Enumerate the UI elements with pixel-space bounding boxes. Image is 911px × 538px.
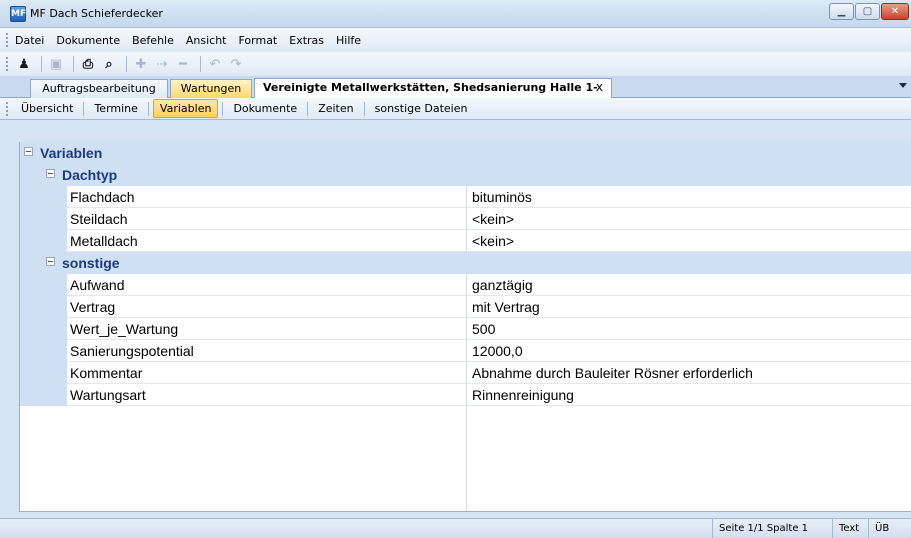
tab-separator (83, 101, 85, 116)
property-name: Wert_je_Wartung (70, 321, 179, 337)
menu-hilfe[interactable]: Hilfe (336, 34, 361, 47)
toolbar-separator (200, 56, 201, 72)
tab-wartungen[interactable]: Wartungen (170, 79, 252, 98)
subtabs-grip[interactable] (6, 101, 9, 116)
print-icon[interactable]: ⎙ (79, 55, 97, 73)
property-grid: Variablen Dachtyp Flachdach bituminös St… (19, 142, 911, 512)
tab-separator (222, 101, 224, 116)
menu-ansicht[interactable]: Ansicht (186, 34, 227, 47)
property-row[interactable]: Metalldach <kein> (20, 230, 911, 252)
toolbar-grip[interactable] (6, 57, 9, 71)
menu-grip[interactable] (6, 33, 9, 47)
property-row[interactable]: Flachdach bituminös (20, 186, 911, 208)
collapse-icon[interactable] (46, 169, 55, 178)
print-preview-icon[interactable]: ⌕ (100, 55, 118, 73)
property-row[interactable]: Kommentar Abnahme durch Bauleiter Rösner… (20, 362, 911, 384)
status-mode: Text (832, 519, 865, 538)
tab-auftragsbearbeitung[interactable]: Auftragsbearbeitung (30, 79, 168, 98)
property-row[interactable]: Wert_je_Wartung 500 (20, 318, 911, 340)
tab-termine[interactable]: Termine (88, 100, 143, 117)
tab-separator (307, 101, 309, 116)
property-value[interactable]: bituminös (472, 189, 532, 205)
collapse-icon[interactable] (24, 147, 33, 156)
property-row[interactable]: Sanierungspotential 12000,0 (20, 340, 911, 362)
minimize-button[interactable]: ▁ (829, 3, 854, 20)
category-label: Dachtyp (62, 167, 118, 183)
view-tabs: Übersicht Termine Variablen Dokumente Ze… (0, 98, 911, 120)
menu-extras[interactable]: Extras (289, 34, 324, 47)
status-overwrite: ÜB (868, 519, 895, 538)
remove-icon[interactable]: ━ (174, 55, 192, 73)
tab-separator (147, 101, 149, 116)
property-row[interactable]: Wartungsart Rinnenreinigung (20, 384, 911, 406)
property-name: Vertrag (70, 299, 116, 315)
tab-separator (363, 101, 365, 116)
toolbar-separator (73, 56, 74, 72)
property-name: Kommentar (70, 365, 143, 381)
tab-list-dropdown-icon[interactable] (899, 83, 907, 88)
user-icon[interactable]: ♟ (15, 55, 33, 73)
property-row[interactable]: Steildach <kein> (20, 208, 911, 230)
maximize-button[interactable]: ▢ (855, 3, 880, 20)
property-value[interactable]: <kein> (472, 233, 514, 249)
title-bar: MF MF Dach Schieferdecker ▁ ▢ ✕ (0, 0, 911, 28)
category-dachtyp[interactable]: Dachtyp (20, 164, 911, 186)
category-sonstige[interactable]: sonstige (20, 252, 911, 274)
property-name: Steildach (70, 211, 128, 227)
property-row[interactable]: Aufwand ganztägig (20, 274, 911, 296)
status-bar: Seite 1/1 Spalte 1 Text ÜB (0, 518, 911, 538)
toolbar-separator (41, 56, 42, 72)
property-name: Sanierungspotential (70, 343, 194, 359)
menu-dokumente[interactable]: Dokumente (56, 34, 120, 47)
property-value[interactable]: mit Vertrag (472, 299, 540, 315)
save-icon[interactable]: ▣ (47, 55, 65, 73)
menu-befehle[interactable]: Befehle (132, 34, 174, 47)
property-name: Wartungsart (70, 387, 146, 403)
redo-icon[interactable]: ↷ (227, 55, 245, 73)
property-row[interactable]: Vertrag mit Vertrag (20, 296, 911, 318)
tab-dokumente[interactable]: Dokumente (227, 100, 303, 117)
arrow-right-icon[interactable]: ⇢ (153, 55, 171, 73)
property-value[interactable]: ganztägig (472, 277, 533, 293)
toolbar: ♟ ▣ ⎙ ⌕ ✚ ⇢ ━ ↶ ↷ (0, 52, 911, 76)
category-variablen[interactable]: Variablen (20, 142, 911, 164)
property-name: Flachdach (70, 189, 135, 205)
property-value[interactable]: 12000,0 (472, 343, 523, 359)
window-title: MF Dach Schieferdecker (30, 7, 163, 20)
collapse-icon[interactable] (46, 257, 55, 266)
status-position: Seite 1/1 Spalte 1 (712, 519, 814, 538)
tab-variablen[interactable]: Variablen (152, 99, 219, 118)
close-button[interactable]: ✕ (881, 3, 909, 20)
undo-icon[interactable]: ↶ (206, 55, 224, 73)
tab-uebersicht[interactable]: Übersicht (15, 100, 79, 117)
property-value[interactable]: 500 (472, 321, 495, 337)
app-icon: MF (10, 6, 26, 22)
property-name: Aufwand (70, 277, 125, 293)
tab-close-icon[interactable]: x (596, 79, 603, 96)
property-value[interactable]: <kein> (472, 211, 514, 227)
document-tabs: Auftragsbearbeitung Wartungen Vereinigte… (0, 76, 911, 111)
category-label: Variablen (40, 145, 103, 161)
property-value[interactable]: Abnahme durch Bauleiter Rösner erforderl… (472, 365, 753, 381)
property-value[interactable]: Rinnenreinigung (472, 387, 574, 403)
menu-datei[interactable]: Datei (15, 34, 44, 47)
category-label: sonstige (62, 255, 120, 271)
add-icon[interactable]: ✚ (132, 55, 150, 73)
tab-sonstige-dateien[interactable]: sonstige Dateien (369, 100, 474, 117)
tab-document[interactable]: Vereinigte Metallwerkstätten, Shedsanier… (254, 78, 612, 111)
menu-format[interactable]: Format (238, 34, 277, 47)
tab-zeiten[interactable]: Zeiten (312, 100, 359, 117)
window-controls: ▁ ▢ ✕ (828, 3, 909, 20)
property-name: Metalldach (70, 233, 138, 249)
toolbar-separator (126, 56, 127, 72)
menu-bar: Datei Dokumente Befehle Ansicht Format E… (0, 28, 911, 52)
